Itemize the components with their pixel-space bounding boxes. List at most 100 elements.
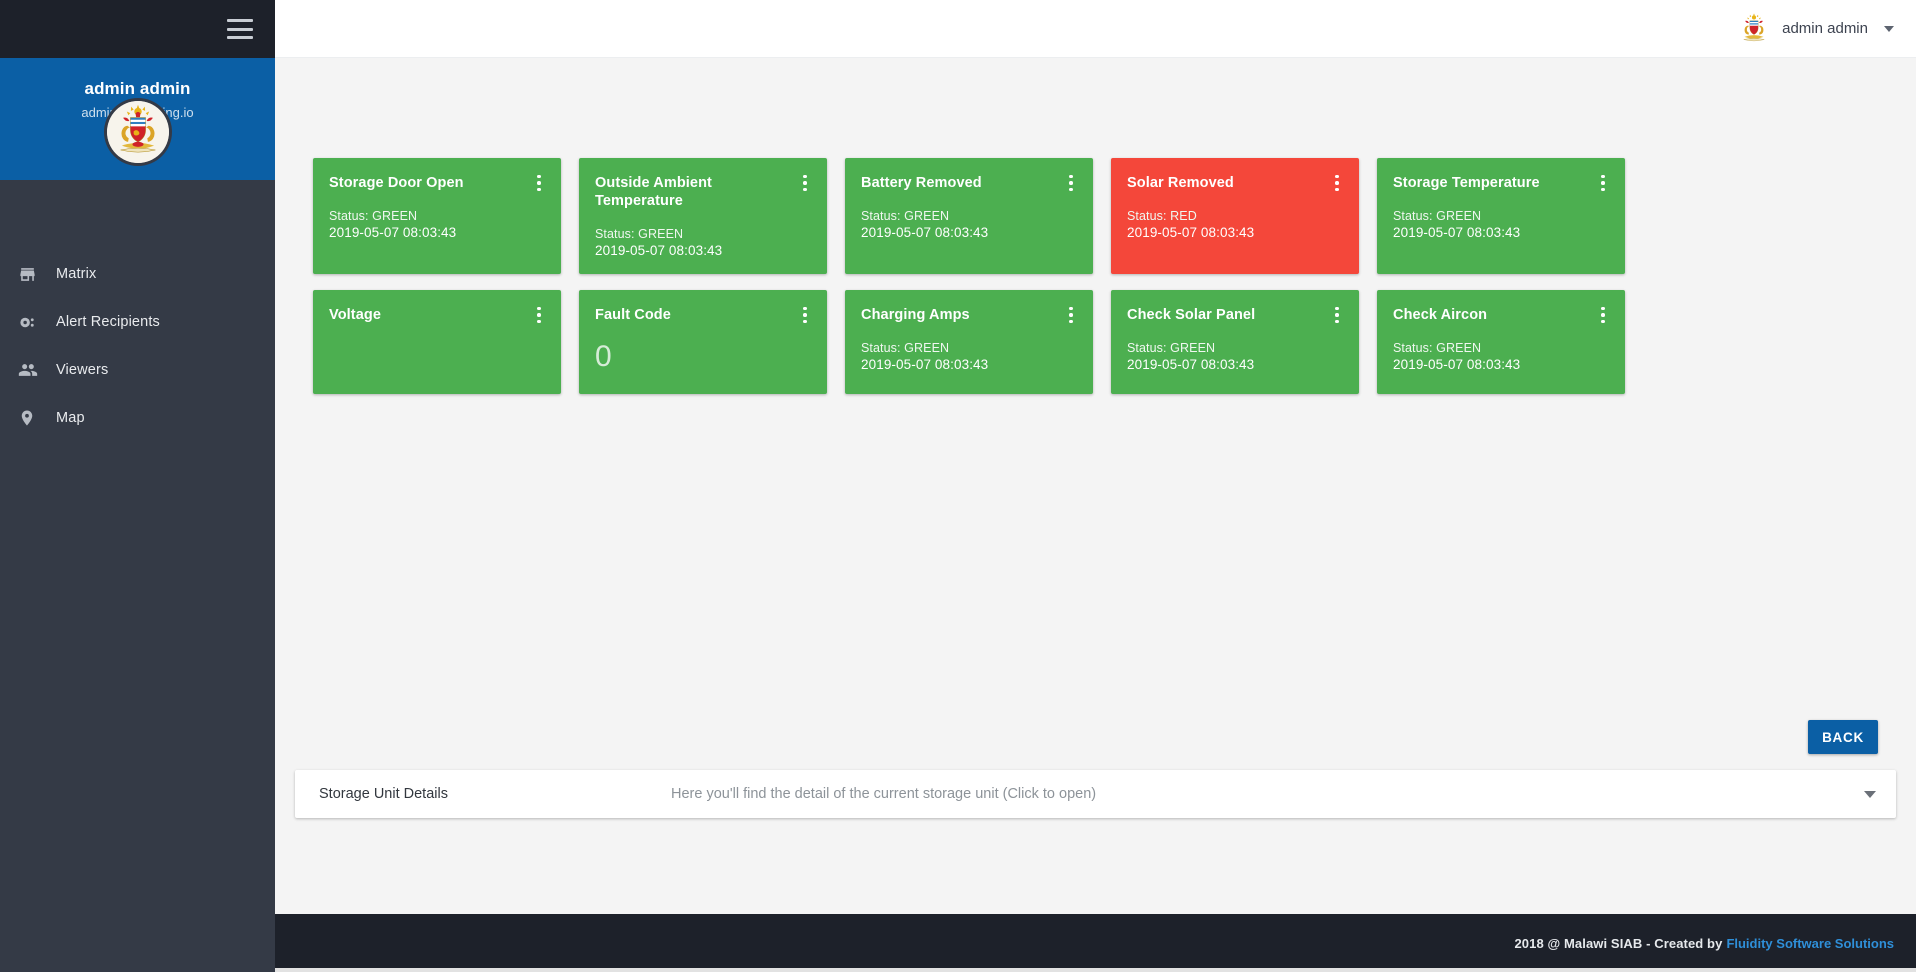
store-icon bbox=[18, 263, 44, 285]
dot bbox=[1069, 319, 1073, 324]
sidebar-item-viewers[interactable]: Viewers bbox=[0, 346, 275, 394]
status-card-title: Charging Amps bbox=[861, 307, 970, 323]
sidebar-item-label: Viewers bbox=[56, 362, 109, 378]
avatar bbox=[103, 98, 172, 166]
status-card-title: Storage Temperature bbox=[1393, 175, 1540, 191]
status-card-timestamp: 2019-05-07 08:03:43 bbox=[861, 357, 989, 372]
more-vert-icon[interactable] bbox=[1594, 304, 1612, 326]
status-card-status: Status: GREEN bbox=[595, 227, 684, 241]
status-card[interactable]: Check Solar Panel Status: GREEN 2019-05-07… bbox=[1111, 290, 1359, 394]
dot bbox=[537, 306, 541, 311]
status-card-title: Storage Door Open bbox=[329, 175, 464, 191]
status-card[interactable]: Voltage bbox=[313, 290, 561, 394]
status-card[interactable]: Battery Removed Status: GREEN 2019-05-07 0… bbox=[845, 158, 1093, 274]
storage-unit-details-panel[interactable]: Storage Unit Details Here you'll find th… bbox=[295, 770, 1896, 818]
dot bbox=[537, 174, 541, 179]
hamburger-menu-icon[interactable] bbox=[227, 19, 253, 39]
dot bbox=[803, 187, 807, 192]
status-card-timestamp: 2019-05-07 08:03:43 bbox=[1393, 225, 1521, 240]
status-card[interactable]: Fault Code 0 bbox=[579, 290, 827, 394]
hamburger-bar bbox=[227, 19, 253, 22]
status-card-status: Status: GREEN bbox=[1393, 341, 1482, 355]
browser-horizontal-scrollbar[interactable] bbox=[0, 968, 1916, 972]
status-card-title: Battery Removed bbox=[861, 175, 982, 191]
dot bbox=[1069, 181, 1073, 185]
dot bbox=[1601, 174, 1605, 179]
more-vert-icon[interactable] bbox=[1594, 172, 1612, 194]
user-menu[interactable]: admin admin bbox=[1737, 11, 1894, 46]
status-card[interactable]: Outside Ambient Temperature Status: GREEN… bbox=[579, 158, 827, 274]
sidebar-item-map[interactable]: Map bbox=[0, 394, 275, 442]
status-card-title: Check Aircon bbox=[1393, 307, 1488, 323]
status-card-status: Status: GREEN bbox=[329, 209, 418, 223]
dot bbox=[1069, 313, 1073, 317]
dot bbox=[1601, 181, 1605, 185]
status-card-status: Status: RED bbox=[1127, 209, 1197, 223]
dot bbox=[1335, 313, 1339, 317]
status-card-status: Status: GREEN bbox=[1127, 341, 1216, 355]
status-card[interactable]: Solar Removed Status: RED 2019-05-07 08:03… bbox=[1111, 158, 1359, 274]
more-vert-icon[interactable] bbox=[1328, 172, 1346, 194]
people-icon bbox=[18, 359, 44, 381]
dot bbox=[1335, 174, 1339, 179]
sidebar-item-matrix[interactable]: Matrix bbox=[0, 250, 275, 298]
sidebar-item-label: Map bbox=[56, 410, 85, 426]
sidebar: admin admin admin@thatthing.io bbox=[0, 0, 275, 972]
status-card[interactable]: Check Aircon Status: GREEN 2019-05-07 08:0… bbox=[1377, 290, 1625, 394]
malawi-coat-of-arms-icon bbox=[1737, 11, 1772, 46]
hamburger-bar bbox=[227, 27, 253, 31]
status-card[interactable]: Storage Temperature Status: GREEN 2019-05-… bbox=[1377, 158, 1625, 274]
profile-name: admin admin bbox=[84, 79, 191, 98]
status-card-timestamp: 2019-05-07 08:03:43 bbox=[861, 225, 989, 240]
status-card-timestamp: 2019-05-07 08:03:43 bbox=[595, 243, 723, 258]
dot bbox=[537, 181, 541, 185]
status-card-timestamp: 2019-05-07 08:03:43 bbox=[1127, 225, 1255, 240]
status-card-body: 0 bbox=[595, 340, 811, 374]
dot bbox=[1335, 187, 1339, 192]
dot bbox=[803, 319, 807, 324]
sidebar-item-label: Alert Recipients bbox=[56, 314, 160, 330]
back-button[interactable]: BACK bbox=[1808, 720, 1878, 754]
sidebar-item-alert-recipients[interactable]: Alert Recipients bbox=[0, 298, 275, 346]
dot bbox=[537, 187, 541, 192]
more-vert-icon[interactable] bbox=[1328, 304, 1346, 326]
dot bbox=[537, 313, 541, 317]
dot bbox=[1069, 306, 1073, 311]
dot bbox=[1601, 187, 1605, 192]
status-card-title: Solar Removed bbox=[1127, 175, 1234, 191]
dot bbox=[803, 181, 807, 185]
footer-copyright: 2018 @ Malawi SIAB - Created by bbox=[1514, 935, 1723, 951]
more-vert-icon[interactable] bbox=[796, 172, 814, 194]
status-card-status: Status: GREEN bbox=[1393, 209, 1482, 223]
more-vert-icon[interactable] bbox=[1062, 304, 1080, 326]
dot bbox=[803, 174, 807, 179]
dot bbox=[1069, 174, 1073, 179]
dot bbox=[803, 313, 807, 317]
chevron-down-icon[interactable] bbox=[1884, 25, 1894, 32]
chevron-down-icon[interactable] bbox=[1864, 790, 1876, 798]
hamburger-bar bbox=[227, 36, 253, 39]
status-card-body: Status: GREEN 2019-05-07 08:03:43 bbox=[595, 226, 811, 260]
status-card-body: Status: RED 2019-05-07 08:03:43 bbox=[1127, 208, 1343, 242]
status-card-body: Status: GREEN 2019-05-07 08:03:43 bbox=[861, 340, 1077, 374]
dot bbox=[1601, 306, 1605, 311]
top-header: admin admin bbox=[275, 0, 1916, 58]
status-card-body: Status: GREEN 2019-05-07 08:03:43 bbox=[861, 208, 1077, 242]
dot bbox=[1335, 181, 1339, 185]
dot bbox=[1601, 313, 1605, 317]
status-card[interactable]: Charging Amps Status: GREEN 2019-05-07 08:… bbox=[845, 290, 1093, 394]
footer: 2018 @ Malawi SIAB - Created by Fluidity… bbox=[275, 914, 1916, 972]
header-username: admin admin bbox=[1782, 20, 1868, 37]
more-vert-icon[interactable] bbox=[796, 304, 814, 326]
footer-vendor-link[interactable]: Fluidity Software Solutions bbox=[1726, 936, 1894, 951]
more-vert-icon[interactable] bbox=[1062, 172, 1080, 194]
status-card-title: Check Solar Panel bbox=[1127, 307, 1256, 323]
more-vert-icon[interactable] bbox=[530, 172, 548, 194]
more-vert-icon[interactable] bbox=[530, 304, 548, 326]
dot bbox=[1601, 319, 1605, 324]
status-card-body: Status: GREEN 2019-05-07 08:03:43 bbox=[1393, 208, 1609, 242]
status-card-body: Status: GREEN 2019-05-07 08:03:43 bbox=[329, 208, 545, 242]
status-card-status: Status: GREEN bbox=[861, 209, 950, 223]
status-card[interactable]: Storage Door Open Status: GREEN 2019-05-07… bbox=[313, 158, 561, 274]
status-card-title: Voltage bbox=[329, 307, 381, 323]
